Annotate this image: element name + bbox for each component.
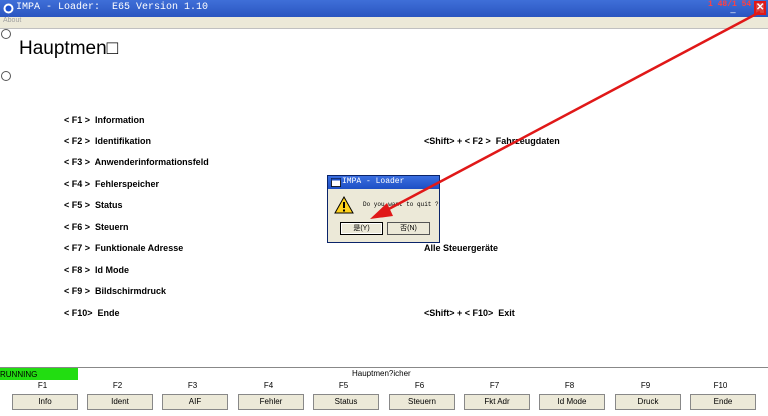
fkey-button-druck[interactable]: Druck [615,394,681,410]
fkey-f2: F2 Ident [80,380,155,416]
dialog-title: IMPA - Loader [342,177,405,186]
menu-item-f10[interactable]: < F10> Ende [64,308,120,318]
menu-item-f9[interactable]: < F9 > Bildschirmdruck [64,286,166,296]
menu-bar: About [0,17,768,29]
close-button[interactable]: ✕ [754,1,766,15]
no-button[interactable]: 否(N) [387,222,430,235]
fkey-f4: F4 Fehler [231,380,306,416]
fkey-label: F4 [263,381,274,390]
fkey-f8: F8 Id Mode [532,380,607,416]
fkey-label: F3 [187,381,198,390]
menu-item-f6[interactable]: < F6 > Steuern [64,222,129,232]
radio-option-2[interactable] [1,71,11,81]
fkey-f9: F9 Druck [608,380,683,416]
fkey-label: F5 [338,381,349,390]
menu-item-f3[interactable]: < F3 > Anwenderinformationsfeld [64,157,209,167]
fkey-label: F8 [564,381,575,390]
title-bar: IMPA - Loader: E65 Version 1.10 1 48/1 5… [0,0,768,17]
menu-item-shift-f10[interactable]: <Shift> + < F10> Exit [424,308,515,318]
fkey-f1: F1 Info [5,380,80,416]
status-menu-label: Hauptmen?icher [352,369,411,378]
warning-icon [334,196,354,214]
menu-about[interactable]: About [3,17,21,24]
fkey-label: F2 [112,381,123,390]
fkey-f10: F10 Ende [683,380,758,416]
menu-item-f8[interactable]: < F8 > Id Mode [64,265,129,275]
fkey-button-fkt-adr[interactable]: Fkt Adr [464,394,530,410]
fkey-label: F6 [414,381,425,390]
fkey-f7: F7 Fkt Adr [457,380,532,416]
fkey-button-info[interactable]: Info [12,394,78,410]
fkey-button-status[interactable]: Status [313,394,379,410]
radio-option-1[interactable] [1,29,11,39]
window-title: IMPA - Loader: E65 Version 1.10 [16,2,209,13]
menu-item-f1[interactable]: < F1 > Information [64,115,145,125]
dialog-title-bar: IMPA - Loader [328,176,439,189]
fkey-label: F7 [489,381,500,390]
fkey-button-ende[interactable]: Ende [690,394,756,410]
fkey-label: F9 [640,381,651,390]
menu-item-shift-f2[interactable]: <Shift> + < F2 > Fahrzeugdaten [424,136,560,146]
fkey-button-ident[interactable]: Ident [87,394,153,410]
fkey-button-id-mode[interactable]: Id Mode [539,394,605,410]
page-title: Hauptmen□ [19,38,119,59]
fkey-f5: F5 Status [306,380,381,416]
fkey-label: F10 [713,381,728,390]
minimize-button[interactable]: _ [728,4,738,14]
function-key-bar: F1 Info F2 Ident F3 AIF F4 Fehler F5 Sta… [0,380,768,416]
dialog-window-icon [331,178,341,187]
app-icon [3,3,14,14]
menu-item-f4[interactable]: < F4 > Fehlerspeicher [64,179,159,189]
menu-item-f5[interactable]: < F5 > Status [64,200,123,210]
menu-item-all-ecus[interactable]: Alle Steuergeräte [424,243,498,253]
status-bar: RUNNING Hauptmen?icher [0,367,768,381]
fkey-button-fehler[interactable]: Fehler [238,394,304,410]
fkey-f3: F3 AIF [155,380,230,416]
yes-button[interactable]: 是(Y) [340,222,383,235]
fkey-button-steuern[interactable]: Steuern [389,394,455,410]
dialog-message: Do you want to quit ? [363,201,439,208]
menu-item-f7[interactable]: < F7 > Funktionale Adresse [64,243,183,253]
menu-item-f2[interactable]: < F2 > Identifikation [64,136,151,146]
quit-dialog: IMPA - Loader Do you want to quit ? 是(Y)… [327,175,440,243]
fkey-f6: F6 Steuern [382,380,457,416]
fkey-label: F1 [37,381,48,390]
fkey-button-aif[interactable]: AIF [162,394,228,410]
